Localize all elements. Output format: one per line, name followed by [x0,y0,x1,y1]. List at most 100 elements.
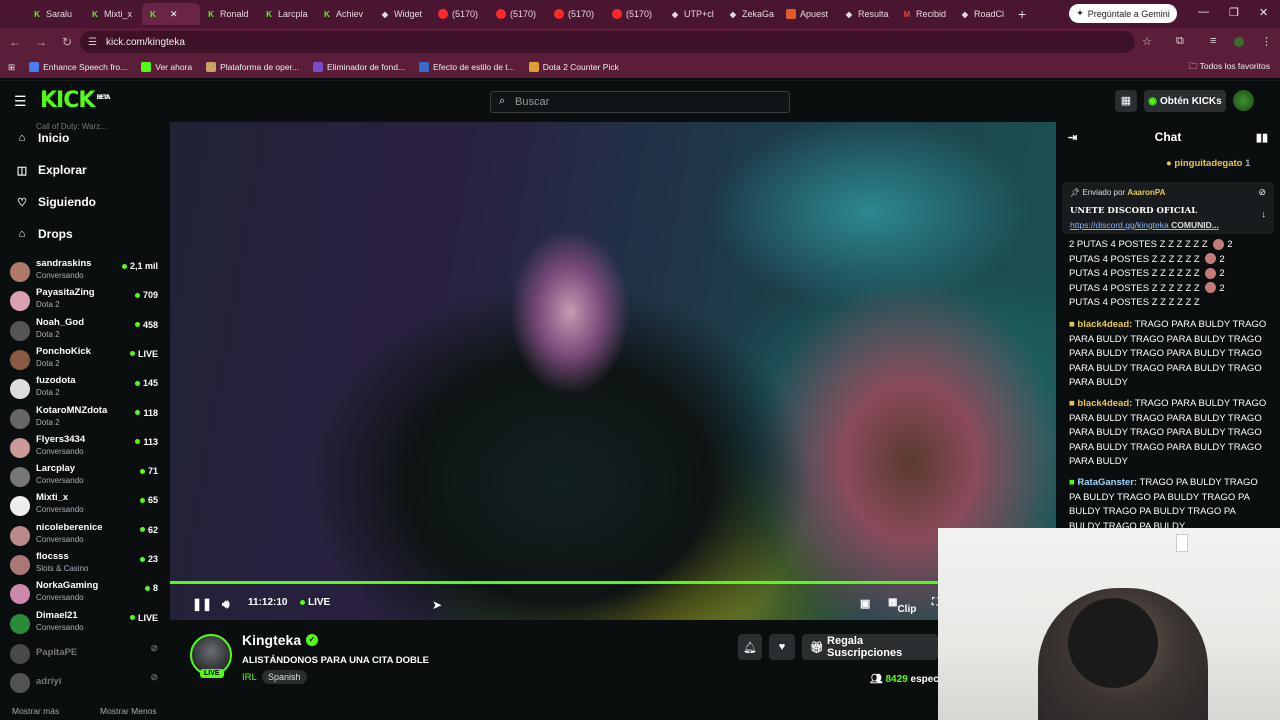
wall-switch [1176,534,1188,552]
sidebar-nav-siguiendo[interactable]: ♡ Siguiendo [0,186,170,218]
search-input[interactable]: ⌕ Buscar [490,91,790,113]
menu-dots-icon[interactable]: ⋮ [1261,35,1272,48]
browser-tab[interactable]: K Ronald [200,3,258,25]
heart-icon: ♥ [778,641,786,653]
browser-tab[interactable]: Apuest [780,3,838,25]
sidebar-channel[interactable]: Flyers3434 Conversando 113 [10,434,162,462]
clip-button[interactable]: ▦ Clip [888,597,916,615]
bookmark-favicon-icon [29,62,40,72]
back-icon[interactable]: ← [4,35,26,49]
browser-tab[interactable]: K Mixti_x [84,3,142,25]
sidebar-nav-drops[interactable]: ⌂ Drops [0,218,170,250]
chat-message: PUTAS 4 POSTES Z Z Z Z Z Z [1069,297,1200,308]
bookmark-item[interactable]: Dota 2 Counter Pick [528,62,619,72]
sidebar-channel[interactable]: fuzodota Dota 2 145 [10,375,162,403]
top-gifter[interactable]: ● pinguitadegato 1 [1166,158,1250,169]
hamburger-menu-icon[interactable]: ☰ [14,93,27,110]
language-tag[interactable]: Spanish [262,670,307,684]
sidebar-channel[interactable]: Mixti_x Conversando 65 [10,492,162,520]
sidebar-channel-offline[interactable]: adriyi ⊘ [10,669,162,697]
progress-bar[interactable] [170,581,938,584]
video-player[interactable]: ❚❚ 🔊︎ 11:12:10 LIVE ▣ ▦ Clip ⛶ [170,122,1056,620]
maximize-icon[interactable]: ❐ [1229,6,1239,19]
all-favorites-button[interactable]: 🗀 Todos los favoritos [1189,61,1270,75]
browser-tab[interactable]: ◆ ZekaGa [722,3,780,25]
theater-mode-icon[interactable]: ▣ [860,597,870,610]
sidebar-channel[interactable]: Noah_God Dota 2 458 [10,317,162,345]
bookmark-item[interactable]: Enhance Speech fro... [29,62,127,72]
new-tab-icon[interactable]: + [1018,6,1026,22]
extensions-icon[interactable]: ⧉ [1176,35,1184,48]
show-less-link[interactable]: Mostrar Menos [100,706,157,716]
browser-tab[interactable]: (5170) [548,3,606,25]
channel-avatar [10,291,30,312]
browser-tab[interactable]: K Larcpla [258,3,316,25]
sidebar-channel[interactable]: PonchoKick Dota 2 LIVE [10,346,162,374]
url-field[interactable]: ☰ kick.com/kingteka [80,31,1135,53]
channel-avatar [10,644,30,664]
bookmark-item[interactable]: Plataforma de oper... [206,62,299,72]
collapse-chat-icon[interactable]: ⇥ [1068,131,1077,144]
bookmark-item[interactable]: Efecto de estilo de t... [419,62,515,72]
volume-icon[interactable]: 🔊︎ [222,597,230,612]
expand-pinned-icon[interactable]: ↓ [1262,209,1267,219]
sidebar-channel[interactable]: NorkaGaming Conversando 8 [10,580,162,608]
streamer-name[interactable]: Kingteka [242,632,301,648]
bookmark-star-icon[interactable]: ☆ [1142,35,1152,48]
sidebar-channel[interactable]: Dimael21 Conversando LIVE [10,610,162,638]
user-avatar[interactable] [1233,90,1254,111]
browser-tab[interactable]: (5170) [432,3,490,25]
bookmark-item[interactable]: Eliminador de fond... [313,62,405,72]
sidebar-channel-offline[interactable]: PapitaPE ⊘ [10,640,162,668]
minimize-icon[interactable]: — [1198,6,1209,18]
stream-category[interactable]: IRL [242,672,257,683]
browser-tab[interactable]: K Saralu [26,3,84,25]
tab-favicon-icon: K [266,9,272,19]
sidebar-channel[interactable]: flocsss Slots & Casino 23 [10,551,162,579]
pause-icon[interactable]: ❚❚ [192,597,212,611]
chat-title: Chat [1154,130,1182,144]
unpin-icon[interactable]: ⊘ [1258,187,1266,198]
kicks-coin-icon: ◉ [1148,95,1158,107]
forward-icon[interactable]: → [30,35,52,49]
sidebar-channel[interactable]: sandraskins Conversando 2,1 mil [10,258,162,286]
browser-tab[interactable]: ◆ Widget [374,3,432,25]
sidebar-channel[interactable]: KotaroMNZdota Dota 2 118 [10,405,162,433]
follow-button[interactable]: ♥ [769,634,795,660]
site-info-icon[interactable]: ☰ [88,37,97,48]
chat-message: ■ black4dead: TRAGO PARA BULDY TRAGO PAR… [1069,398,1267,467]
get-kicks-button[interactable]: ◉ Obtén KICKs [1144,90,1226,112]
tab-favicon-icon: K [150,9,156,19]
close-tab-icon[interactable]: ✕ [170,9,178,20]
channel-avatar [10,496,30,517]
sidebar-channel[interactable]: Larcplay Conversando 71 [10,463,162,491]
browser-tab[interactable]: ◆ UTP+cl [664,3,722,25]
live-indicator[interactable]: LIVE [300,597,330,608]
chat-stats-icon[interactable]: ▮▮ [1256,131,1268,144]
show-more-link[interactable]: Mostrar más [12,706,59,716]
browser-tab[interactable]: K ✕ [142,3,200,25]
kick-logo[interactable]: KICK BETA [40,88,110,113]
browser-tab[interactable]: K Achiev [316,3,374,25]
browser-tab[interactable]: (5170) [606,3,664,25]
media-control-icon[interactable]: ≡ [1210,35,1216,47]
sidebar-nav-explorar[interactable]: ◫ Explorar [0,154,170,186]
gemini-button[interactable]: ✦ Pregúntale a Gemini [1069,4,1177,23]
bookmark-item[interactable]: Ver ahora [141,62,192,72]
profile-icon[interactable] [1234,37,1244,47]
reload-icon[interactable]: ↻ [56,35,78,49]
close-window-icon[interactable]: ✕ [1259,6,1268,19]
gift-subs-button[interactable]: 🎁︎ Regala Suscripciones [802,634,938,660]
tab-favicon-icon: ◆ [381,9,389,19]
browser-tab[interactable]: (5170) [490,3,548,25]
notification-bell-button[interactable]: 🔔︎ [738,634,762,660]
browser-tab[interactable]: ◆ Resulta [838,3,896,25]
pinned-link[interactable]: https://discord.gg/kingteka COMUNID... [1070,220,1219,230]
viewers-icon: 👥︎ [870,674,883,685]
sidebar-channel[interactable]: PayasitaZing Dota 2 709 [10,287,162,315]
browse-grid-button[interactable]: ▦ [1115,90,1137,112]
browser-tab[interactable]: ◆ RoadCl [954,3,1012,25]
sidebar-channel[interactable]: nicoleberenice Conversando 62 [10,522,162,550]
browser-tab[interactable]: M Recibid [896,3,954,25]
apps-icon[interactable]: ⊞ [8,62,15,73]
